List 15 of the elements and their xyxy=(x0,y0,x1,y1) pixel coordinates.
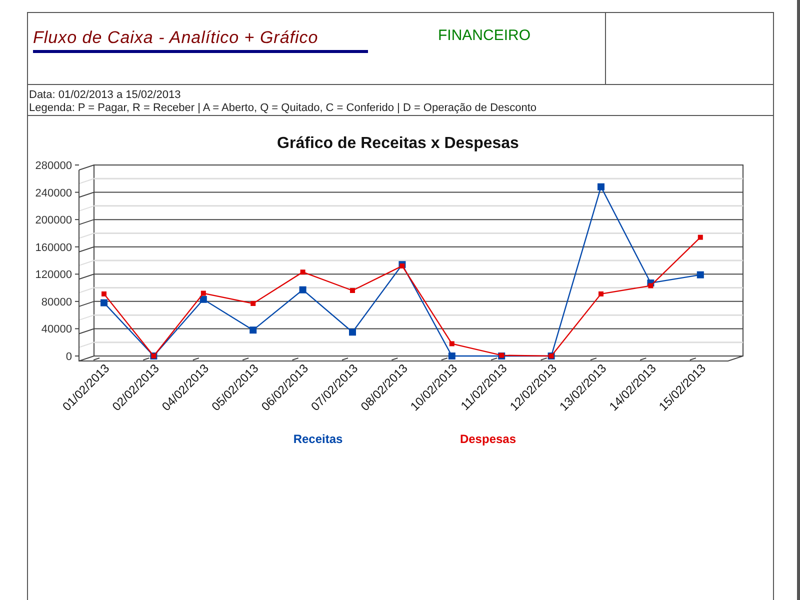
tick-label: 160000 xyxy=(35,242,72,254)
module-label: FINANCEIRO xyxy=(438,27,531,45)
tick-label: 120000 xyxy=(35,269,72,282)
report-title: Fluxo de Caixa - Analítico + Gráfico xyxy=(33,27,318,49)
tick-label: 200000 xyxy=(35,214,72,227)
legend-label: Despesas xyxy=(460,432,516,446)
legend-text: Legenda: P = Pagar, R = Receber | A = Aberto, Q = Quitado, C = Conferido | D = Operação de Desconto xyxy=(29,102,537,115)
period-text: Data: 01/02/2013 a 15/02/2013 xyxy=(29,89,181,102)
legend-label: Receitas xyxy=(293,432,343,446)
tick-label: 280000 xyxy=(35,160,72,172)
tick-label: 0 xyxy=(66,351,72,363)
tick-label: 80000 xyxy=(41,296,72,308)
tick-label: 40000 xyxy=(41,324,72,336)
tick-label: 240000 xyxy=(35,187,72,200)
chart-title: Gráfico de Receitas x Despesas xyxy=(277,135,519,152)
